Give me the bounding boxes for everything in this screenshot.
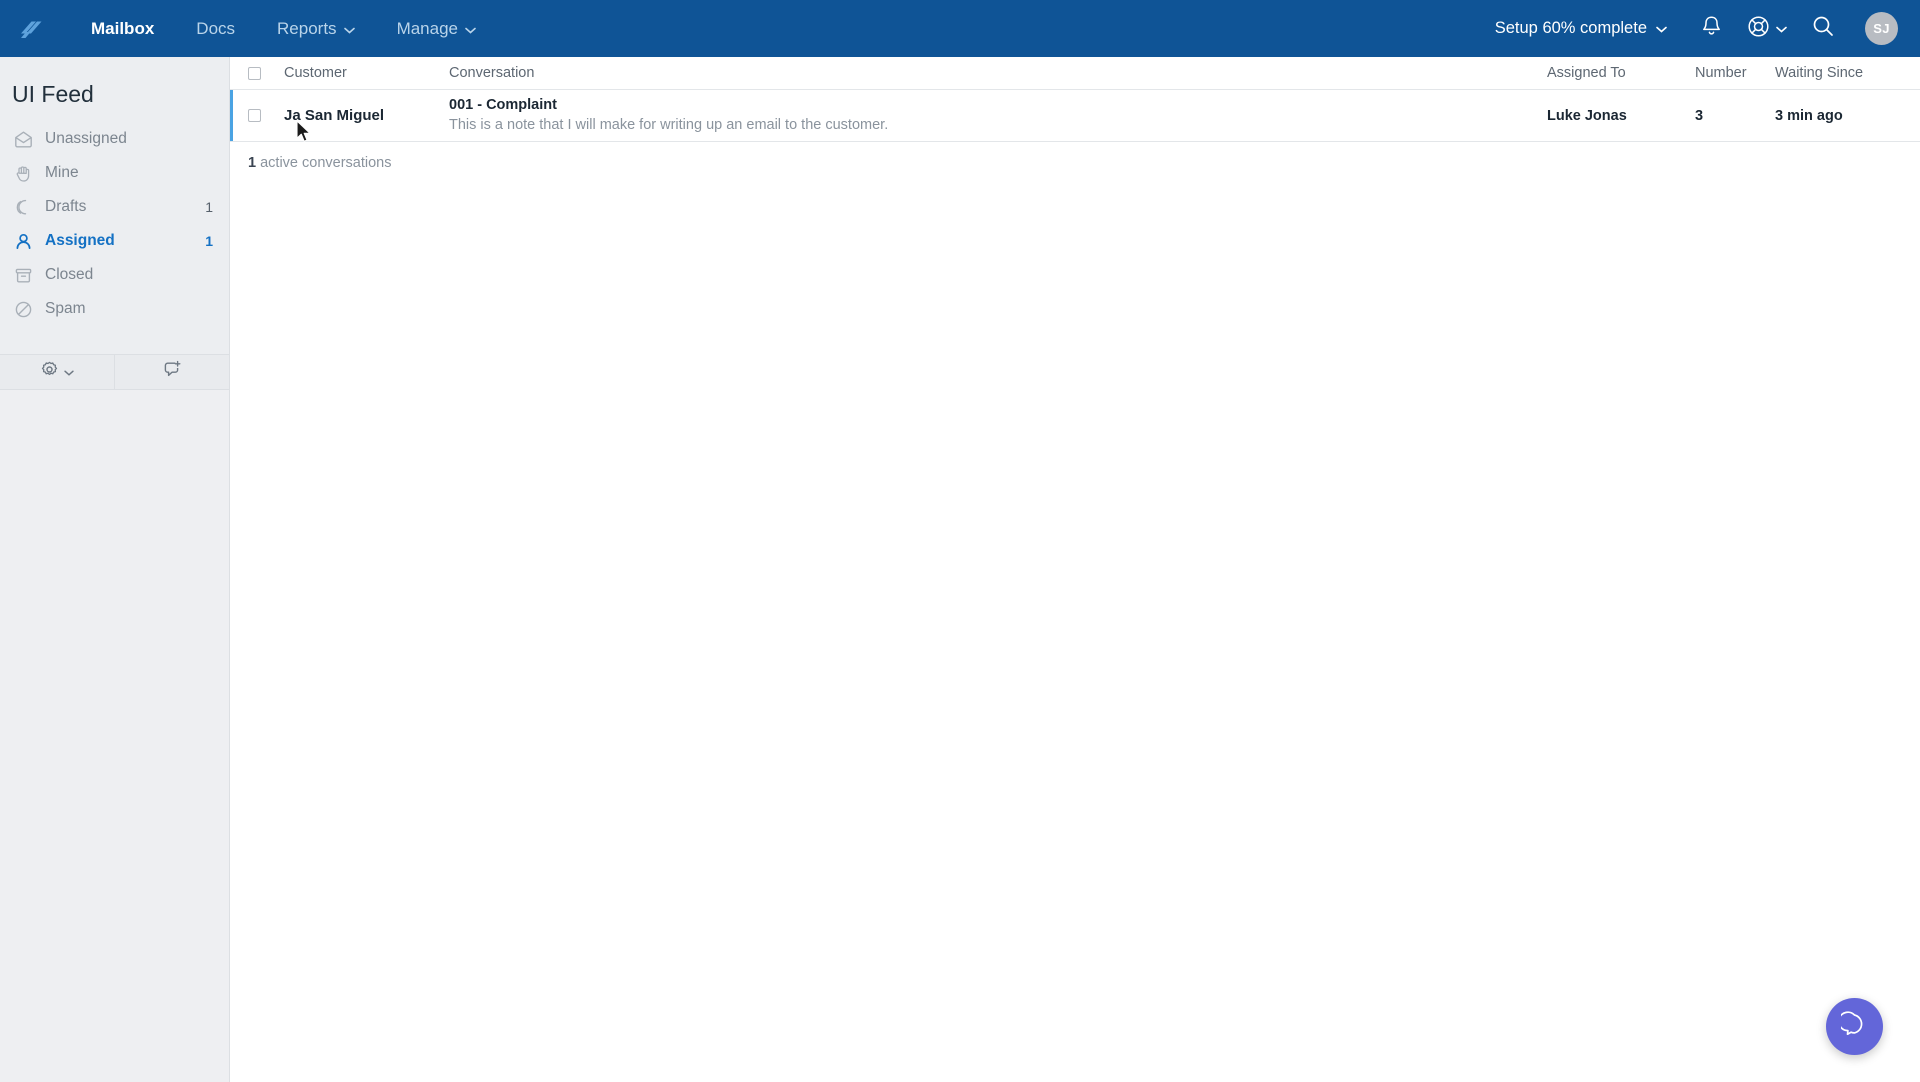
table-row[interactable]: Ja San Miguel 001 - Complaint This is a … [230, 90, 1920, 142]
lifebuoy-icon [1747, 15, 1770, 43]
helpscout-logo[interactable] [14, 12, 48, 46]
sidebar-item-spam[interactable]: Spam [0, 292, 229, 326]
chat-bubble-icon [1837, 1010, 1868, 1043]
column-header-customer[interactable]: Customer [284, 65, 449, 81]
new-conversation-button[interactable] [114, 355, 229, 389]
nav-item-reports-label: Reports [277, 18, 337, 38]
chevron-down-icon [1776, 20, 1787, 38]
select-all-checkbox[interactable] [248, 66, 261, 80]
nav-item-manage-label: Manage [396, 18, 458, 38]
avatar-initials: SJ [1873, 21, 1890, 36]
app-body: UI Feed Unassigned Mine Drafts 1 Assigne… [0, 57, 1920, 1082]
row-assigned-to: Luke Jonas [1547, 107, 1627, 124]
top-navigation-bar: Mailbox Docs Reports Manage Setup 60% co… [0, 0, 1920, 57]
select-all-cell [248, 66, 284, 80]
sidebar-item-drafts-label: Drafts [45, 198, 87, 215]
row-checkbox[interactable] [248, 109, 261, 122]
row-conversation-cell: 001 - Complaint This is a note that I wi… [449, 96, 1547, 134]
sidebar-toolbar [0, 354, 229, 390]
sidebar-item-assigned-label: Assigned [45, 232, 115, 249]
nav-item-mailbox[interactable]: Mailbox [70, 0, 175, 57]
row-select-cell [248, 109, 284, 122]
sidebar-item-closed[interactable]: Closed [0, 258, 229, 292]
nav-item-manage[interactable]: Manage [376, 0, 497, 57]
nav-item-reports[interactable]: Reports [256, 0, 376, 57]
conversation-list-panel: Customer Conversation Assigned To Number… [230, 57, 1920, 1082]
sidebar-empty-area [0, 390, 229, 1082]
column-header-conversation[interactable]: Conversation [449, 65, 1547, 81]
avatar[interactable]: SJ [1865, 12, 1898, 45]
sidebar-item-mine[interactable]: Mine [0, 156, 229, 190]
chevron-down-icon [343, 19, 355, 39]
sidebar-item-drafts[interactable]: Drafts 1 [0, 190, 229, 224]
ban-icon [12, 298, 34, 320]
notifications-button[interactable] [1683, 0, 1739, 57]
sidebar-item-spam-label: Spam [45, 300, 86, 317]
row-conversation-subject: 001 - Complaint [449, 97, 557, 114]
person-icon [12, 230, 34, 252]
chevron-down-icon [1656, 19, 1667, 38]
search-icon [1812, 15, 1834, 42]
setup-progress-button[interactable]: Setup 60% complete [1479, 0, 1683, 57]
nav-item-mailbox-label: Mailbox [91, 18, 155, 38]
sidebar: UI Feed Unassigned Mine Drafts 1 Assigne… [0, 57, 230, 1082]
hand-icon [12, 162, 34, 184]
nav-item-docs-label: Docs [196, 18, 236, 38]
mailbox-title: UI Feed [12, 81, 94, 107]
row-waiting-since: 3 min ago [1775, 107, 1843, 124]
chevron-down-icon [465, 19, 476, 39]
row-customer-name: Ja San Miguel [284, 106, 385, 124]
archive-icon [12, 264, 34, 286]
sidebar-item-mine-label: Mine [45, 164, 79, 181]
sidebar-item-unassigned-label: Unassigned [45, 130, 127, 147]
list-footer: 1 active conversations [230, 142, 1920, 171]
primary-nav: Mailbox Docs Reports Manage [70, 0, 497, 57]
row-assigned-to-cell: Luke Jonas [1547, 107, 1695, 125]
secondary-nav: Setup 60% complete SJ [1479, 0, 1898, 57]
support-beacon-button[interactable] [1826, 998, 1883, 1055]
search-button[interactable] [1795, 0, 1851, 57]
sidebar-item-assigned-count: 1 [205, 233, 213, 249]
envelope-open-icon [12, 128, 34, 150]
bell-icon [1701, 15, 1722, 43]
column-header-number[interactable]: Number [1695, 65, 1775, 81]
folder-list: Unassigned Mine Drafts 1 Assigned 1 Clos… [0, 122, 229, 336]
sidebar-item-assigned[interactable]: Assigned 1 [0, 224, 229, 258]
sidebar-item-drafts-count: 1 [205, 199, 213, 215]
column-header-assigned-to[interactable]: Assigned To [1547, 65, 1695, 81]
row-waiting-since-cell: 3 min ago [1775, 107, 1920, 125]
row-customer-cell: Ja San Miguel [284, 107, 449, 125]
chevron-down-icon [63, 363, 74, 381]
sidebar-item-closed-label: Closed [45, 266, 94, 283]
column-header-waiting-since[interactable]: Waiting Since [1775, 65, 1920, 81]
layers-icon [12, 196, 34, 218]
nav-item-docs[interactable]: Docs [175, 0, 256, 57]
list-column-headers: Customer Conversation Assigned To Number… [230, 57, 1920, 90]
mailbox-settings-button[interactable] [0, 355, 114, 389]
active-conversation-label: active conversations [260, 155, 392, 171]
setup-progress-label: Setup 60% complete [1494, 19, 1647, 37]
help-button[interactable] [1739, 0, 1795, 57]
row-conversation-preview: This is a note that I will make for writ… [449, 116, 889, 133]
row-number: 3 [1695, 107, 1704, 124]
active-conversation-count: 1 [248, 155, 257, 171]
gear-icon [41, 361, 58, 383]
row-number-cell: 3 [1695, 107, 1775, 125]
new-conversation-icon [163, 360, 182, 384]
sidebar-item-unassigned[interactable]: Unassigned [0, 122, 229, 156]
